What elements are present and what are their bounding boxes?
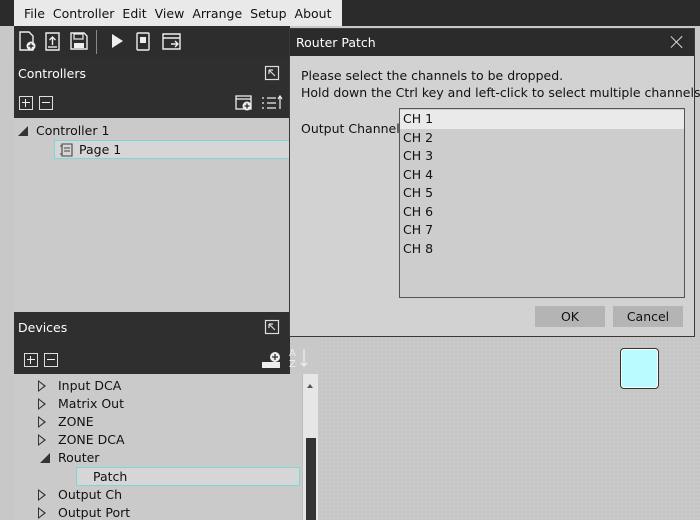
collapsed-triangle-icon [38,507,46,519]
undock-icon[interactable] [264,65,280,84]
menu-list: File Controller Edit View Arrange Setup … [14,0,342,26]
router-patch-dialog: Router Patch Please select the channels … [289,28,700,337]
tree-item-label: Output Ch [58,487,123,502]
cancel-button[interactable]: Cancel [613,306,683,327]
menu-edit[interactable]: Edit [118,6,150,21]
instruction-line-1: Please select the channels to be dropped… [301,68,564,83]
expand-all-icon[interactable] [19,96,33,110]
tree-item-label: Router [58,450,100,465]
svg-text:Z: Z [289,359,296,370]
toolbar-separator [96,30,97,54]
devices-scrollbar[interactable] [302,374,318,520]
menu-arrange[interactable]: Arrange [188,6,246,21]
tree-item-label: Output Port [58,505,131,520]
tree-item-label: ZONE [58,414,94,429]
tree-item-page-1[interactable]: Page 1 [54,140,290,159]
ok-button[interactable]: OK [535,306,605,327]
tree-item-label: ZONE DCA [58,432,125,447]
menu-file[interactable]: File [20,6,49,21]
scrollbar-thumb[interactable] [306,438,316,520]
collapsed-triangle-icon [38,380,46,392]
instruction-line-2: Hold down the Ctrl key and left-click to… [301,85,700,100]
new-file-icon[interactable] [16,29,38,53]
save-icon[interactable] [68,29,90,53]
devices-panel-header: Devices [14,312,290,342]
close-icon[interactable] [670,35,684,49]
collapsed-triangle-icon [38,398,46,410]
device-icon[interactable] [132,29,154,53]
controllers-toolbar [14,88,290,118]
channel-item-7[interactable]: CH 7 [400,221,684,240]
channel-item-8[interactable]: CH 8 [400,240,684,259]
undock-icon[interactable] [264,319,280,338]
channel-item-3[interactable]: CH 3 [400,147,684,166]
tree-item-label: Page 1 [79,142,122,157]
menu-setup[interactable]: Setup [246,6,290,21]
menu-about[interactable]: About [291,6,336,21]
collapsed-triangle-icon [38,416,46,428]
tree-item-label: Controller 1 [36,123,110,138]
devices-toolbar: AZ [14,342,308,374]
play-icon[interactable] [106,29,128,53]
expanded-triangle-icon [18,126,28,136]
dialog-title: Router Patch [296,35,376,50]
open-file-icon[interactable] [42,29,64,53]
channel-item-4[interactable]: CH 4 [400,166,684,185]
tree-item-patch[interactable]: Patch [76,467,300,486]
collapsed-triangle-icon [38,489,46,501]
tree-item-label: Patch [93,469,128,484]
channel-item-5[interactable]: CH 5 [400,184,684,203]
add-device-icon[interactable] [260,348,284,373]
channel-item-6[interactable]: CH 6 [400,203,684,222]
dialog-title-bar[interactable]: Router Patch [290,29,694,56]
controllers-panel-title: Controllers [18,65,86,81]
menu-view[interactable]: View [151,6,189,21]
tree-item-label: Matrix Out [58,396,124,411]
tree-item-label: Input DCA [58,378,122,393]
output-channel-list[interactable]: CH 1 CH 2 CH 3 CH 4 CH 5 CH 6 CH 7 CH 8 [399,108,685,298]
export-icon[interactable] [160,29,182,53]
channel-item-2[interactable]: CH 2 [400,129,684,148]
channel-item-1[interactable]: CH 1 [400,110,684,129]
add-page-icon[interactable] [234,93,256,116]
menu-bar: File Controller Edit View Arrange Setup … [0,0,700,26]
controllers-panel-header: Controllers [14,58,290,88]
collapse-all-icon[interactable] [39,96,53,110]
toolbar [14,26,290,58]
output-channel-label: Output Channel [301,121,400,136]
controllers-tree: Controller 1 Page 1 [14,118,290,312]
menu-controller[interactable]: Controller [49,6,119,21]
expand-all-icon[interactable] [24,353,38,367]
page-icon [59,142,75,163]
sort-list-icon[interactable] [260,94,284,115]
canvas-widget[interactable] [620,348,659,389]
scroll-up-icon[interactable] [307,384,313,388]
devices-tree: Input DCA Matrix Out ZONE ZONE DCA Route… [14,374,318,520]
devices-panel-title: Devices [18,319,68,335]
svg-text:A: A [289,348,296,359]
expanded-triangle-icon [40,453,50,463]
sort-az-icon[interactable]: AZ [288,346,312,373]
collapse-all-icon[interactable] [44,353,58,367]
collapsed-triangle-icon [38,434,46,446]
